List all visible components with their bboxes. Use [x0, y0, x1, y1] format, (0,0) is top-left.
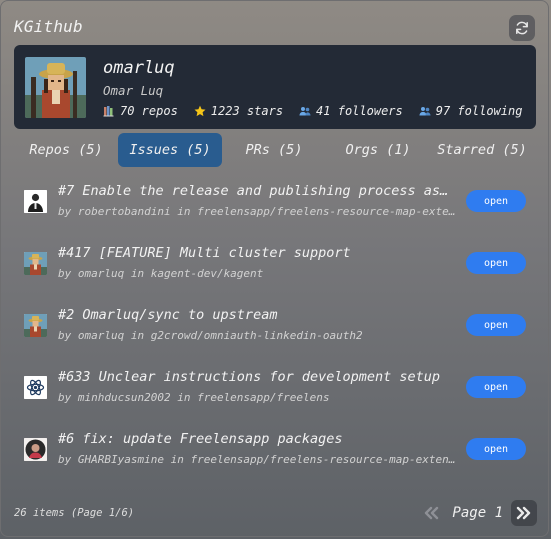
pagination: Page 1 — [418, 500, 537, 526]
status-badge: open — [466, 190, 526, 212]
issue-title: #6 fix: update Freelensapp packages — [58, 431, 343, 447]
issue-list: #7 Enable the release and publishing pro… — [14, 170, 536, 480]
people-icon — [299, 107, 311, 116]
list-item[interactable]: #633 Unclear instructions for developmen… — [14, 356, 536, 418]
tab-starred[interactable]: Starred (5) — [430, 133, 534, 167]
tab-prs[interactable]: PRs (5) — [222, 133, 326, 167]
stat-followers-text: 41 followers — [316, 104, 403, 118]
tab-bar: Repos (5) Issues (5) PRs (5) Orgs (1) St… — [14, 133, 536, 167]
list-item[interactable]: #7 Enable the release and publishing pro… — [14, 170, 536, 232]
issue-meta: by omarluq in g2crowd/omniauth-linkedin-… — [58, 329, 363, 342]
app-title: KGithub — [14, 17, 83, 36]
issue-meta: by GHARBIyasmine in freelensapp/freelens… — [58, 453, 456, 466]
status-badge: open — [466, 252, 526, 274]
status-badge: open — [466, 376, 526, 398]
next-page-button[interactable] — [511, 500, 537, 526]
avatar[interactable] — [25, 57, 86, 118]
stat-repos: 70 repos — [103, 104, 178, 118]
profile-card: omarluq Omar Luq 70 repos 1223 stars 41 … — [14, 45, 536, 129]
issue-title: #633 Unclear instructions for developmen… — [58, 369, 441, 385]
stat-following: 97 following — [419, 104, 523, 118]
stat-repos-text: 70 repos — [120, 104, 178, 118]
page-indicator: Page 1 — [452, 505, 503, 521]
tab-issues[interactable]: Issues (5) — [118, 133, 222, 167]
refresh-button[interactable] — [509, 15, 535, 41]
tab-repos[interactable]: Repos (5) — [14, 133, 118, 167]
avatar — [24, 376, 47, 399]
star-icon — [194, 105, 206, 117]
avatar — [24, 438, 47, 461]
issue-title: #7 Enable the release and publishing pro… — [58, 183, 456, 199]
books-icon — [103, 106, 114, 117]
stat-stars-text: 1223 stars — [210, 104, 284, 118]
people-icon — [419, 107, 431, 116]
status-badge: open — [466, 314, 526, 336]
items-count: 26 items (Page 1/6) — [14, 507, 135, 519]
tab-orgs[interactable]: Orgs (1) — [326, 133, 430, 167]
issue-meta: by robertobandini in freelensapp/freelen… — [58, 205, 456, 218]
list-item[interactable]: #6 fix: update Freelensapp packages by G… — [14, 418, 536, 480]
stat-followers: 41 followers — [299, 104, 403, 118]
issue-title: #2 Omarluq/sync to upstream — [58, 307, 278, 323]
status-badge: open — [466, 438, 526, 460]
avatar — [24, 190, 47, 213]
list-item[interactable]: #2 Omarluq/sync to upstream by omarluq i… — [14, 294, 536, 356]
profile-username: omarluq — [103, 58, 175, 78]
issue-title: #417 [FEATURE] Multi cluster support — [58, 245, 351, 261]
refresh-icon — [516, 21, 528, 35]
avatar — [24, 252, 47, 275]
double-chevron-right-icon — [516, 506, 531, 520]
list-item[interactable]: #417 [FEATURE] Multi cluster support by … — [14, 232, 536, 294]
profile-stats: 70 repos 1223 stars 41 followers 97 foll… — [103, 104, 522, 118]
double-chevron-left-icon — [425, 506, 439, 520]
stat-following-text: 97 following — [435, 104, 523, 118]
stat-stars: 1223 stars — [194, 104, 283, 118]
profile-full-name: Omar Luq — [103, 83, 164, 98]
issue-meta: by omarluq in kagent-dev/kagent — [58, 267, 264, 280]
prev-page-button[interactable] — [418, 500, 444, 526]
issue-meta: by minhducsun2002 in freelensapp/freelen… — [58, 391, 330, 404]
avatar — [24, 314, 47, 337]
